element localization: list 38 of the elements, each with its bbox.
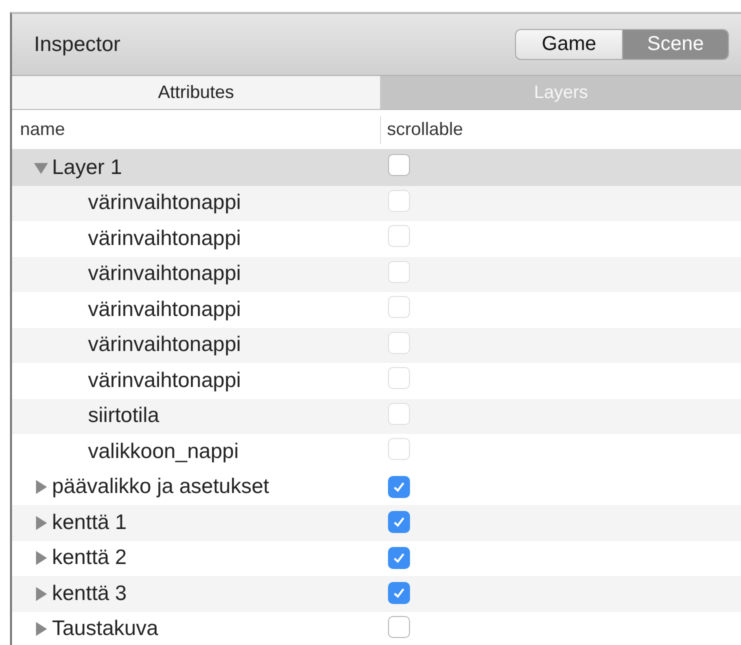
object-name: värinvaihtonappi (88, 368, 241, 393)
object-name: värinvaihtonappi (88, 333, 241, 358)
expand-triangle-icon[interactable] (34, 586, 48, 601)
layer-name: Taustakuva (52, 617, 158, 642)
checkmark-icon (392, 586, 406, 600)
expand-triangle-icon[interactable] (34, 480, 48, 494)
collapse-triangle-icon[interactable] (34, 160, 48, 175)
column-header[interactable]: name (12, 116, 380, 144)
object-name: värinvaihtonappi (88, 262, 241, 286)
object-name: värinvaihtonappi (88, 191, 241, 216)
column-header[interactable]: scrollable (380, 116, 741, 144)
layer-name: Layer 1 (52, 156, 122, 180)
mode-segment[interactable]: Game (516, 30, 622, 59)
checkbox[interactable] (388, 154, 410, 176)
expand-triangle-icon[interactable] (34, 551, 48, 566)
layer-name: kenttä 3 (52, 582, 127, 606)
expand-triangle-icon[interactable] (34, 516, 48, 530)
checkmark-icon (392, 550, 406, 565)
checkbox[interactable] (388, 476, 410, 498)
layer-name: kenttä 1 (52, 510, 127, 535)
tab[interactable]: Attributes (12, 76, 380, 109)
layer-row[interactable]: Layer 1 (12, 150, 741, 186)
checkmark-icon (392, 515, 406, 530)
layer-row[interactable]: kenttä 3 (12, 576, 741, 612)
layer-name: päävalikko ja asetukset (52, 475, 270, 500)
object-name: siirtotila (88, 404, 160, 428)
checkbox[interactable] (388, 546, 410, 569)
layer-name: kenttä 2 (52, 546, 127, 570)
layer-row[interactable]: kenttä 1 (12, 505, 741, 540)
window-title: Inspector (34, 32, 120, 56)
object-name: värinvaihtonappi (88, 298, 241, 322)
checkbox[interactable] (388, 582, 410, 604)
object-name: valikkoon_nappi (88, 440, 239, 464)
object-name: värinvaihtonappi (88, 226, 241, 251)
checkmark-icon (392, 480, 406, 494)
checkbox[interactable] (388, 616, 410, 638)
checkbox[interactable] (388, 511, 410, 534)
expand-triangle-icon[interactable] (34, 622, 48, 636)
